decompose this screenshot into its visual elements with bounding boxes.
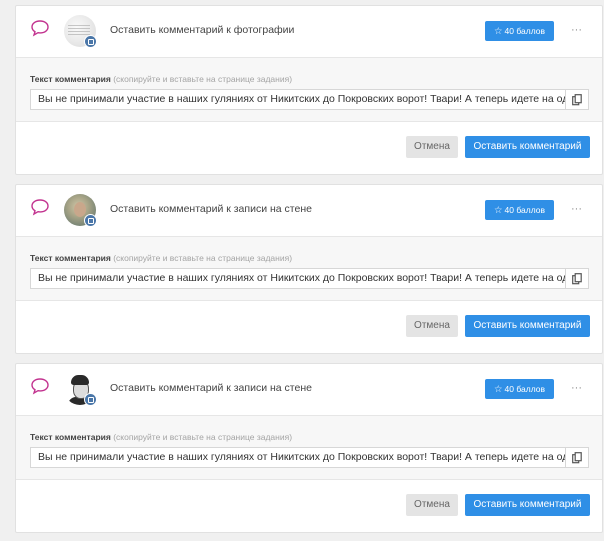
task-card: Оставить комментарий к записи на стене ☆… — [15, 363, 603, 533]
task-card: Оставить комментарий к фотографии ☆ 40 ба… — [15, 5, 603, 175]
comment-label-row: Текст комментария (скопируйте и вставьте… — [30, 253, 292, 263]
comment-hint: (скопируйте и вставьте на странице задан… — [113, 253, 293, 263]
points-button[interactable]: ☆ 40 баллов — [485, 379, 554, 399]
comment-label-row: Текст комментария (скопируйте и вставьте… — [30, 432, 292, 442]
copy-button[interactable] — [566, 447, 589, 468]
comment-section: Текст комментария (скопируйте и вставьте… — [16, 237, 602, 301]
vk-badge-icon — [84, 214, 97, 227]
task-card-footer: Отмена Оставить комментарий — [16, 480, 602, 532]
points-button[interactable]: ☆ 40 баллов — [485, 200, 554, 220]
comment-text-field[interactable]: Вы не принимали участие в наших гуляниях… — [30, 89, 566, 110]
points-button[interactable]: ☆ 40 баллов — [485, 21, 554, 41]
task-card-header: Оставить комментарий к записи на стене ☆… — [16, 185, 602, 237]
points-label: 40 баллов — [504, 26, 545, 36]
task-title: Оставить комментарий к записи на стене — [110, 203, 312, 215]
points-label: 40 баллов — [504, 205, 545, 215]
comment-section: Текст комментария (скопируйте и вставьте… — [16, 416, 602, 480]
comment-bubble-icon — [31, 199, 49, 216]
task-card-header: Оставить комментарий к фотографии ☆ 40 ба… — [16, 6, 602, 58]
vk-badge-icon — [84, 393, 97, 406]
comment-label-row: Текст комментария (скопируйте и вставьте… — [30, 74, 292, 84]
comment-hint: (скопируйте и вставьте на странице задан… — [113, 432, 293, 442]
copy-icon — [572, 452, 582, 464]
comment-bubble-icon — [31, 378, 49, 395]
task-card-header: Оставить комментарий к записи на стене ☆… — [16, 364, 602, 416]
cancel-button[interactable]: Отмена — [406, 136, 458, 158]
submit-comment-button[interactable]: Оставить комментарий — [465, 315, 590, 337]
copy-icon — [572, 94, 582, 106]
cancel-button[interactable]: Отмена — [406, 315, 458, 337]
task-card: Оставить комментарий к записи на стене ☆… — [15, 184, 603, 354]
copy-button[interactable] — [566, 268, 589, 289]
copy-icon — [572, 273, 582, 285]
comment-text-field[interactable]: Вы не принимали участие в наших гуляниях… — [30, 268, 566, 289]
task-title: Оставить комментарий к фотографии — [110, 24, 295, 36]
task-card-footer: Отмена Оставить комментарий — [16, 122, 602, 174]
comment-bubble-icon — [31, 20, 49, 37]
comment-section: Текст комментария (скопируйте и вставьте… — [16, 58, 602, 122]
more-dots-icon[interactable]: ··· — [571, 24, 582, 36]
comment-label: Текст комментария — [30, 74, 111, 84]
star-icon: ☆ — [493, 205, 503, 216]
submit-comment-button[interactable]: Оставить комментарий — [465, 494, 590, 516]
vk-badge-icon — [84, 35, 97, 48]
task-card-footer: Отмена Оставить комментарий — [16, 301, 602, 353]
more-dots-icon[interactable]: ··· — [571, 382, 582, 394]
comment-hint: (скопируйте и вставьте на странице задан… — [113, 74, 293, 84]
task-title: Оставить комментарий к записи на стене — [110, 382, 312, 394]
comment-label: Текст комментария — [30, 432, 111, 442]
comment-label: Текст комментария — [30, 253, 111, 263]
copy-button[interactable] — [566, 89, 589, 110]
star-icon: ☆ — [493, 26, 503, 37]
star-icon: ☆ — [493, 384, 503, 395]
cancel-button[interactable]: Отмена — [406, 494, 458, 516]
submit-comment-button[interactable]: Оставить комментарий — [465, 136, 590, 158]
comment-text-field[interactable]: Вы не принимали участие в наших гуляниях… — [30, 447, 566, 468]
more-dots-icon[interactable]: ··· — [571, 203, 582, 215]
points-label: 40 баллов — [504, 384, 545, 394]
